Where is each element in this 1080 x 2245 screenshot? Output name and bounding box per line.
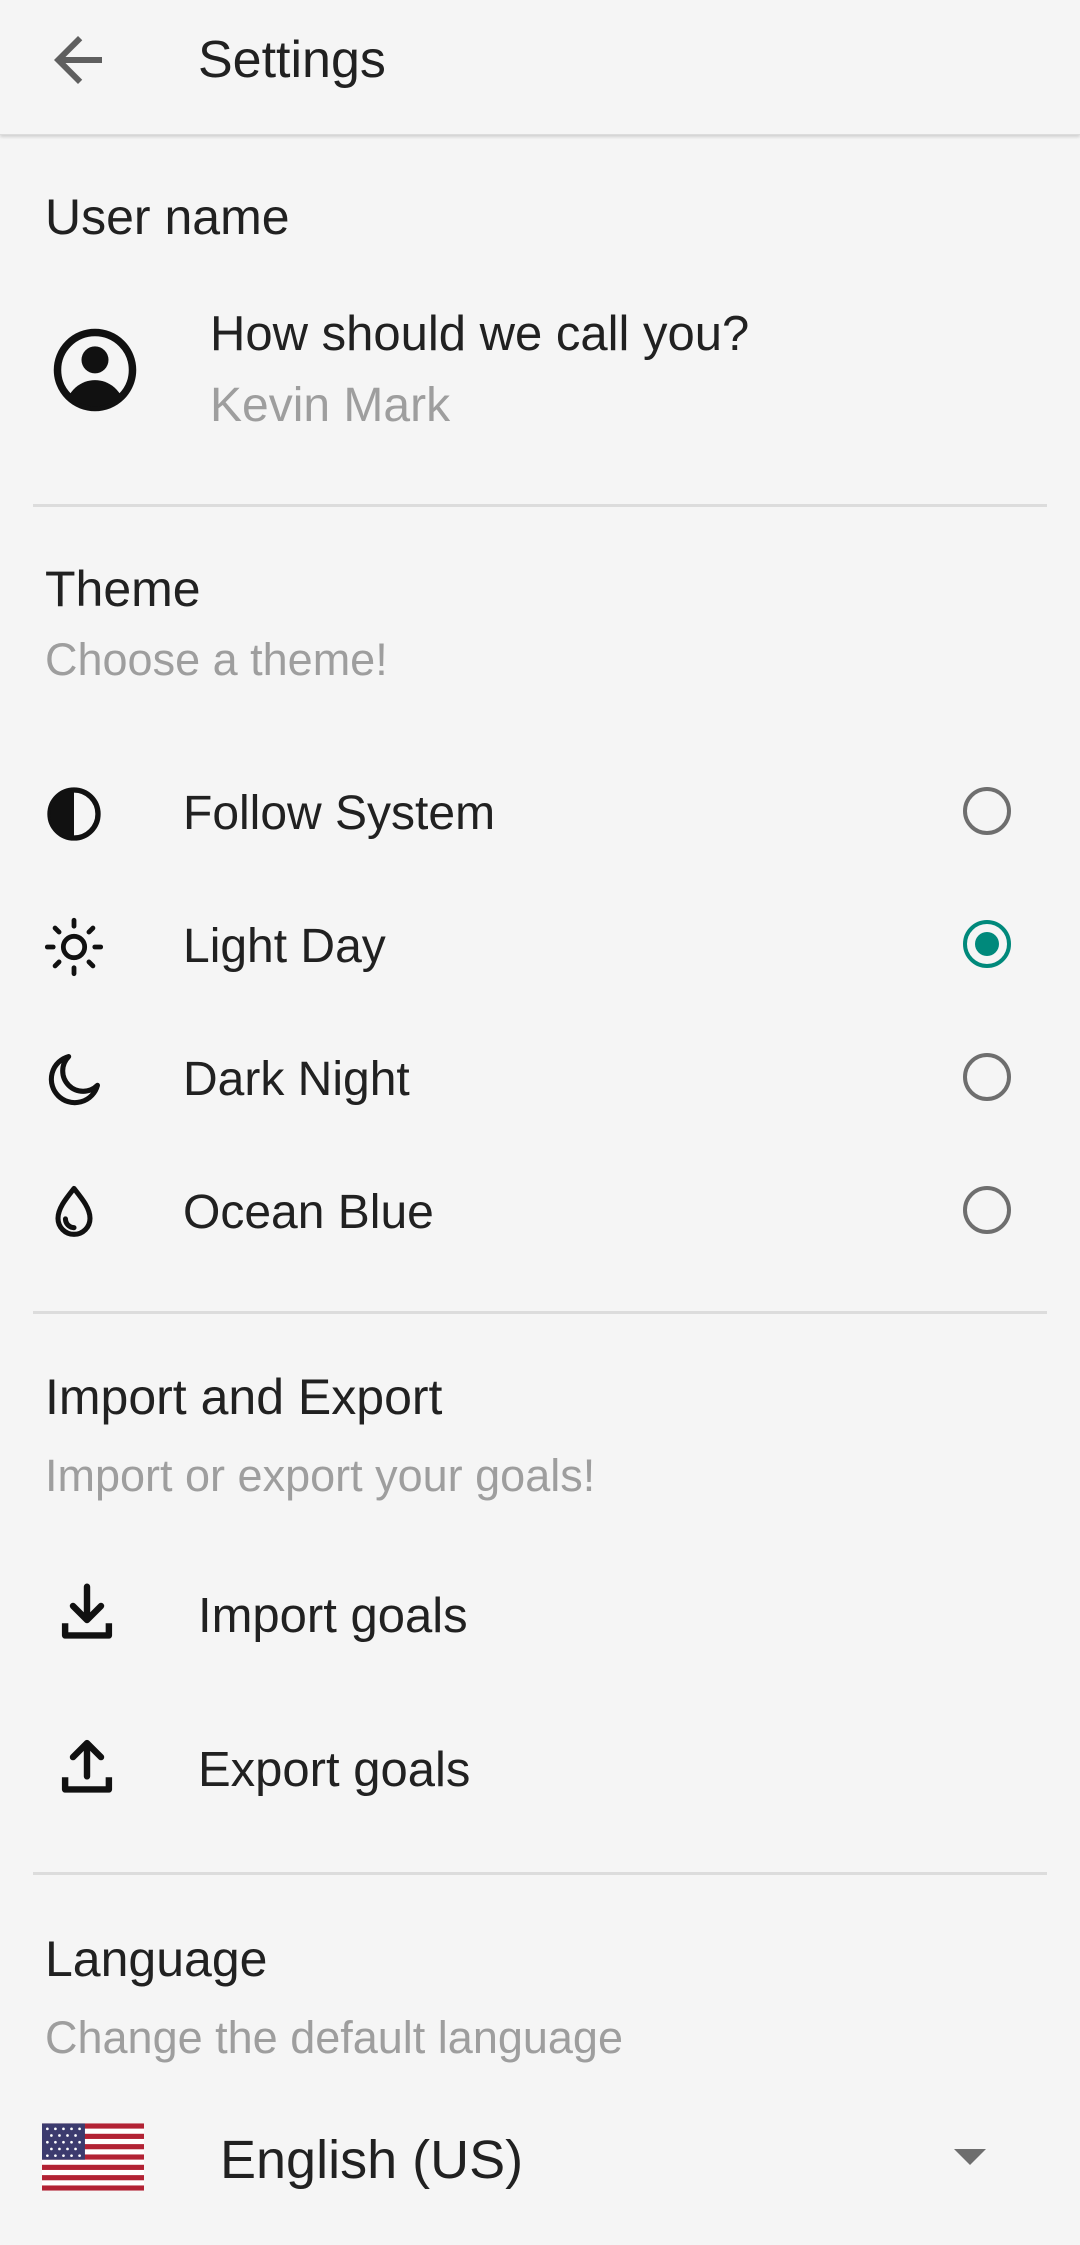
account-circle-icon xyxy=(53,328,137,412)
divider xyxy=(33,1311,1047,1314)
water-drop-icon xyxy=(55,1185,93,1237)
theme-radio-ocean-blue[interactable] xyxy=(963,1186,1011,1234)
top-app-bar: Settings xyxy=(0,0,1080,135)
theme-section-subtitle: Choose a theme! xyxy=(45,634,388,685)
theme-radio-dark-night[interactable] xyxy=(963,1053,1011,1101)
theme-option-light-day[interactable]: Light Day xyxy=(0,887,1080,1007)
theme-option-label: Ocean Blue xyxy=(183,1186,434,1239)
upload-icon xyxy=(61,1739,113,1793)
theme-option-label: Dark Night xyxy=(183,1053,410,1106)
back-button[interactable] xyxy=(42,24,114,96)
user-name-prompt: How should we call you? xyxy=(210,307,750,361)
export-goals-button[interactable]: Export goals xyxy=(0,1700,1080,1830)
theme-radio-light-day[interactable] xyxy=(963,920,1011,968)
theme-option-follow-system[interactable]: Follow System xyxy=(0,754,1080,874)
theme-option-ocean-blue[interactable]: Ocean Blue xyxy=(0,1153,1080,1273)
us-flag-icon xyxy=(42,2123,144,2191)
export-goals-label: Export goals xyxy=(198,1743,471,1797)
theme-radio-follow-system[interactable] xyxy=(963,787,1011,835)
language-selected-value: English (US) xyxy=(220,2130,524,2190)
sun-icon xyxy=(44,917,104,977)
moon-icon xyxy=(48,1054,100,1106)
theme-section-title: Theme xyxy=(45,561,201,617)
import-export-section-title: Import and Export xyxy=(45,1369,443,1425)
language-section-title: Language xyxy=(45,1931,268,1987)
divider xyxy=(33,1872,1047,1875)
arrow-back-icon xyxy=(54,36,102,84)
user-name-section-title: User name xyxy=(45,189,290,245)
dropdown-arrow-icon xyxy=(954,2149,986,2165)
page-title: Settings xyxy=(198,31,386,89)
theme-option-label: Follow System xyxy=(183,787,496,840)
user-name-setting[interactable]: How should we call you? Kevin Mark xyxy=(0,290,1080,450)
user-name-value: Kevin Mark xyxy=(210,379,451,432)
import-export-section-subtitle: Import or export your goals! xyxy=(45,1450,596,1501)
import-goals-label: Import goals xyxy=(198,1589,468,1643)
download-icon xyxy=(61,1583,113,1639)
theme-option-dark-night[interactable]: Dark Night xyxy=(0,1020,1080,1140)
language-section-subtitle: Change the default language xyxy=(45,2012,623,2063)
import-goals-button[interactable]: Import goals xyxy=(0,1546,1080,1676)
theme-option-label: Light Day xyxy=(183,920,386,973)
contrast-icon xyxy=(47,787,101,841)
divider xyxy=(33,504,1047,507)
language-dropdown[interactable]: English (US) xyxy=(0,2105,1080,2215)
